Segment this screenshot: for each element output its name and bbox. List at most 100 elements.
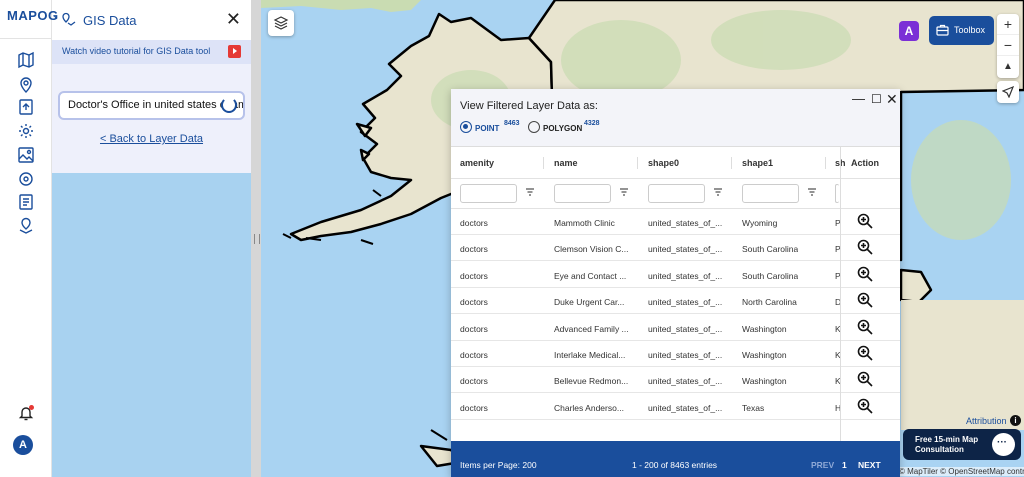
current-page[interactable]: 1 bbox=[842, 460, 847, 470]
user-location-icon[interactable] bbox=[17, 217, 35, 235]
table-row[interactable]: doctors Charles Anderso... united_states_o… bbox=[451, 394, 900, 420]
column-divider[interactable] bbox=[543, 157, 544, 169]
list-icon[interactable] bbox=[17, 193, 35, 211]
youtube-icon[interactable] bbox=[228, 45, 241, 58]
filter-row bbox=[451, 179, 900, 209]
back-to-layer-data-link[interactable]: < Back to Layer Data bbox=[52, 133, 251, 145]
polygon-radio[interactable] bbox=[528, 121, 540, 133]
settings-icon[interactable] bbox=[17, 170, 35, 188]
bell-icon[interactable] bbox=[17, 404, 35, 422]
column-header-shape0[interactable]: shape0 bbox=[648, 158, 679, 168]
entries-range: 1 - 200 of 8463 entries bbox=[632, 460, 718, 470]
table-cell-shape0: united_states_of_... bbox=[648, 350, 723, 360]
table-cell-shape0: united_states_of_... bbox=[648, 297, 723, 308]
chat-icon[interactable] bbox=[992, 433, 1015, 456]
close-icon[interactable]: ✕ bbox=[886, 91, 898, 108]
minimize-icon[interactable]: — bbox=[852, 91, 865, 106]
table-cell-name: Charles Anderso... bbox=[554, 402, 624, 413]
column-header-name[interactable]: name bbox=[554, 158, 578, 168]
table-row[interactable]: doctors Eye and Contact ... united_states_… bbox=[451, 262, 900, 288]
zoom-in-button[interactable]: + bbox=[997, 14, 1019, 35]
column-header-amenity[interactable]: amenity bbox=[460, 158, 494, 168]
layers-button[interactable] bbox=[268, 10, 294, 36]
table-cell-shape0: united_states_of_... bbox=[648, 376, 723, 387]
table-row[interactable]: doctors Advanced Family ... united_states_… bbox=[451, 315, 900, 341]
next-button[interactable]: NEXT bbox=[858, 460, 881, 470]
consultation-button[interactable]: Free 15-min Map Consultation bbox=[903, 429, 1021, 460]
filtered-layer-data-window: View Filtered Layer Data as: — ☐ ✕ POINT… bbox=[451, 89, 900, 477]
left-rail: MAPOG A bbox=[0, 0, 58, 477]
close-icon[interactable]: ✕ bbox=[226, 9, 241, 30]
rail-divider bbox=[0, 38, 51, 39]
navigate-button[interactable] bbox=[997, 81, 1019, 103]
filter-icon[interactable] bbox=[713, 187, 723, 197]
search-input[interactable]: Doctor's Office in united states of amer… bbox=[58, 91, 245, 120]
attribution-label[interactable]: Attribution bbox=[966, 416, 1007, 426]
table-row[interactable]: doctors Duke Urgent Car... united_states_o… bbox=[451, 288, 900, 315]
table-cell-amenity: doctors bbox=[460, 218, 488, 228]
table-cell-shape0: united_states_of_... bbox=[648, 402, 723, 413]
location-pin-icon[interactable] bbox=[17, 76, 35, 94]
gis-pin-icon bbox=[62, 12, 76, 26]
notification-dot bbox=[29, 405, 34, 410]
map-icon[interactable] bbox=[17, 51, 35, 69]
info-icon[interactable]: i bbox=[1010, 415, 1021, 426]
column-divider[interactable] bbox=[731, 157, 732, 169]
map-credits[interactable]: © MapTiler © OpenStreetMap contributors bbox=[899, 467, 1024, 476]
ai-assistant-button[interactable]: A bbox=[899, 21, 919, 41]
filter-icon[interactable] bbox=[807, 187, 817, 197]
avatar[interactable]: A bbox=[13, 435, 33, 455]
tutorial-link[interactable]: Watch video tutorial for GIS Data tool bbox=[62, 46, 210, 56]
items-per-page[interactable]: Items per Page: 200 bbox=[460, 460, 537, 470]
compass-icon[interactable]: ▲ bbox=[997, 56, 1019, 77]
table-cell-name: Advanced Family ... bbox=[554, 323, 629, 334]
table-cell-name: Interlake Medical... bbox=[554, 350, 626, 360]
filter-icon[interactable] bbox=[525, 187, 535, 197]
table-header: amenity name shape0 shape1 sh Action bbox=[451, 147, 900, 179]
loading-spinner-icon bbox=[221, 97, 237, 113]
zoom-controls: + − ▲ bbox=[997, 14, 1019, 78]
point-radio[interactable] bbox=[460, 121, 472, 133]
table-row[interactable]: doctors Clemson Vision C... united_states_… bbox=[451, 235, 900, 262]
column-divider[interactable] bbox=[825, 157, 826, 169]
column-divider[interactable] bbox=[637, 157, 638, 169]
filter-icon[interactable] bbox=[619, 187, 629, 197]
consult-line1: Free 15-min Map bbox=[915, 435, 979, 444]
table-cell-name: Mammoth Clinic bbox=[554, 218, 615, 228]
prev-button[interactable]: PREV bbox=[811, 460, 834, 470]
panel-title: GIS Data bbox=[83, 13, 137, 28]
table-cell-shape1: South Carolina bbox=[742, 244, 799, 255]
gallery-icon[interactable] bbox=[17, 146, 35, 164]
table-row[interactable]: doctors Interlake Medical... united_states… bbox=[451, 341, 900, 367]
panel-resize-handle[interactable] bbox=[251, 0, 261, 477]
polygon-count: 4328 bbox=[584, 120, 600, 127]
table-cell-amenity: doctors bbox=[460, 297, 488, 308]
filter-input-shape0[interactable] bbox=[648, 184, 705, 203]
table-cell-shape0: united_states_of_... bbox=[648, 218, 723, 228]
filter-input-amenity[interactable] bbox=[460, 184, 517, 203]
table-cell-shape0: united_states_of_... bbox=[648, 244, 723, 255]
filter-input-name[interactable] bbox=[554, 184, 611, 203]
tutorial-banner[interactable]: Watch video tutorial for GIS Data tool bbox=[52, 40, 251, 64]
table-cell-name: Clemson Vision C... bbox=[554, 244, 629, 255]
gear-icon[interactable] bbox=[17, 122, 35, 140]
table-row[interactable]: doctors Bellevue Redmon... united_states_o… bbox=[451, 367, 900, 394]
search-value: Doctor's Office in united states of amer… bbox=[68, 99, 243, 111]
table-cell-shape1: Washington bbox=[742, 376, 787, 387]
table-cell-amenity: doctors bbox=[460, 376, 488, 387]
column-header-shape1[interactable]: shape1 bbox=[742, 158, 773, 168]
app-logo[interactable]: MAPOG bbox=[7, 8, 59, 23]
table-cell-name: Bellevue Redmon... bbox=[554, 376, 629, 387]
table-cell-amenity: doctors bbox=[460, 270, 488, 281]
toolbox-button[interactable]: Toolbox bbox=[929, 16, 994, 45]
maximize-icon[interactable]: ☐ bbox=[871, 92, 882, 106]
zoom-out-button[interactable]: − bbox=[997, 35, 1019, 56]
upload-icon[interactable] bbox=[17, 98, 35, 116]
action-column bbox=[840, 147, 888, 477]
filter-input-shape2[interactable] bbox=[835, 184, 839, 203]
data-window-title: View Filtered Layer Data as: bbox=[460, 100, 598, 112]
table-cell-shape1: Washington bbox=[742, 350, 787, 360]
table-row[interactable]: doctors Mammoth Clinic united_states_of_..… bbox=[451, 209, 900, 235]
filter-input-shape1[interactable] bbox=[742, 184, 799, 203]
panel-header: › GIS Data ✕ bbox=[52, 0, 251, 40]
